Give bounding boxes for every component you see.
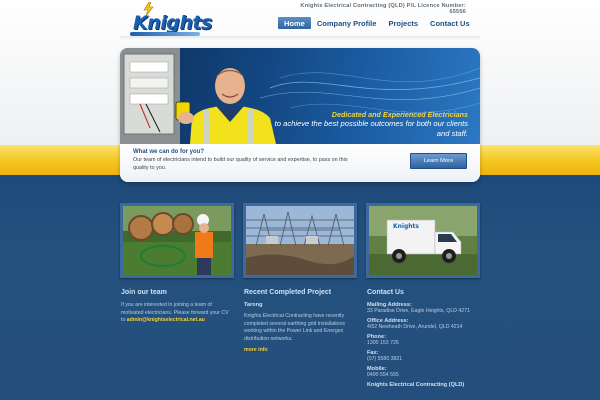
substation-photo <box>246 206 354 275</box>
fax-value: (07) 5580 3821 <box>367 356 403 362</box>
join-text: If you are interested in joining a team … <box>121 302 233 325</box>
office-value: 4/52 Newheath Drive, Arundel, QLD 4214 <box>367 324 463 330</box>
mobile-value: 0400 554 555 <box>367 372 399 378</box>
project-subtitle: Tarong <box>244 302 263 308</box>
hero-panel: Dedicated and Experienced Electricians t… <box>120 48 480 182</box>
nav-home[interactable]: Home <box>278 17 311 29</box>
careers-email-link[interactable]: admin@knightselectrical.net.au <box>127 317 205 323</box>
contact-column: Contact Us Mailing Address: 33 Paradise … <box>367 289 479 388</box>
project-column: Recent Completed Project Tarong Knights … <box>244 289 356 355</box>
licence-number: Knights Electrical Contracting (QLD) P/L… <box>300 3 466 15</box>
svg-text:Knights: Knights <box>393 223 419 230</box>
project-text: Knights Electrical Contracting have rece… <box>244 313 345 342</box>
vehicle-photo: Knights <box>369 206 477 275</box>
mailing-value: 33 Paradise Drive, Eagle Heights, QLD 42… <box>367 308 470 314</box>
hero-intro: What we can do for you? Our team of elec… <box>120 144 480 182</box>
hero-tagline: to achieve the best possible outcomes fo… <box>274 119 468 138</box>
contact-title: Contact Us <box>367 289 404 296</box>
hero-tagline-highlight: Dedicated and Experienced Electricians <box>331 110 468 119</box>
join-title: Join our team <box>121 289 167 296</box>
thumbnail-substation[interactable] <box>243 203 357 278</box>
phone-value: 1300 153 726 <box>367 340 399 346</box>
thumbnail-vehicle[interactable]: Knights <box>366 203 480 278</box>
nav-projects[interactable]: Projects <box>382 17 424 29</box>
join-column: Join our team If you are interested in j… <box>121 289 233 325</box>
knights-logo[interactable]: Knights <box>130 2 212 36</box>
intro-text: Our team of electricians intend to build… <box>133 157 348 171</box>
hero-banner: Dedicated and Experienced Electricians t… <box>120 48 480 144</box>
nav-company-profile[interactable]: Company Profile <box>311 17 383 29</box>
more-info-link[interactable]: more info <box>244 347 356 355</box>
project-title: Recent Completed Project <box>244 289 332 296</box>
team-photo <box>123 206 231 275</box>
intro-title: What we can do for you? <box>133 149 205 155</box>
learn-more-button[interactable]: Learn More <box>410 153 467 169</box>
main-nav: Home Company Profile Projects Contact Us <box>278 17 476 29</box>
header-divider <box>120 36 480 40</box>
company-name: Knights Electrical Contracting (QLD) <box>367 382 465 388</box>
thumbnail-team[interactable] <box>120 203 234 278</box>
logo-text: Knights <box>133 12 212 34</box>
nav-contact-us[interactable]: Contact Us <box>424 17 476 29</box>
